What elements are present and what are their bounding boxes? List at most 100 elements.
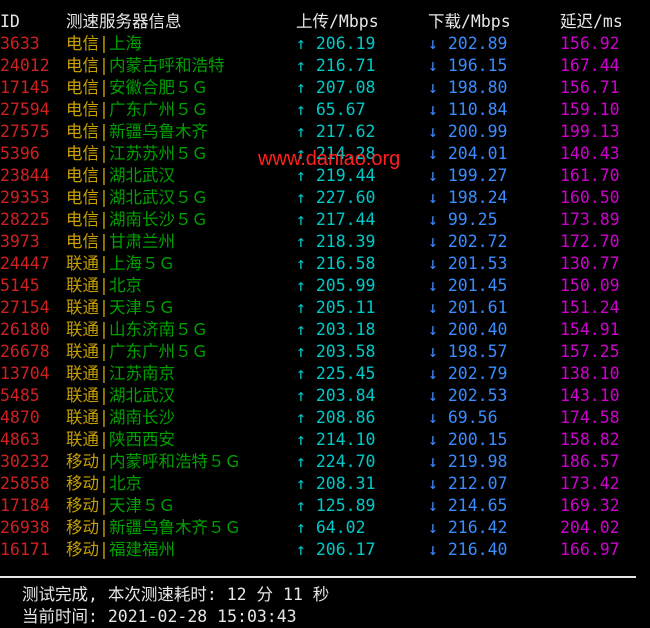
download-speed: ↓ 201.61	[428, 298, 508, 317]
server-id: 16171	[0, 540, 50, 559]
table-row: 5485 联通|湖北武汉 ↑ 203.84 ↓ 202.53 143.10	[0, 385, 650, 407]
separator: |	[99, 518, 109, 537]
isp-name: 电信	[66, 188, 99, 207]
upload-speed: ↑ 218.39	[296, 232, 376, 251]
table-row: 29353 电信|湖北武汉５Ｇ ↑ 227.60 ↓ 198.24 160.50	[0, 187, 650, 209]
isp-name: 电信	[66, 144, 99, 163]
separator: |	[99, 78, 109, 97]
server-id: 5485	[0, 386, 40, 405]
latency: 199.13	[560, 122, 620, 141]
upload-speed: ↑ 203.18	[296, 320, 376, 339]
table-row: 26678 联通|广东广州５Ｇ ↑ 203.58 ↓ 198.57 157.25	[0, 341, 650, 363]
table-row: 24012 电信|内蒙古呼和浩特 ↑ 216.71 ↓ 196.15 167.44	[0, 55, 650, 77]
table-row: 30232 移动|内蒙呼和浩特５Ｇ ↑ 224.70 ↓ 219.98 186.57	[0, 451, 650, 473]
table-row: 26180 联通|山东济南５Ｇ ↑ 203.18 ↓ 200.40 154.91	[0, 319, 650, 341]
server-info: 联通|北京	[66, 275, 142, 297]
separator: |	[99, 408, 109, 427]
table-row: 17184 移动|天津５Ｇ ↑ 125.89 ↓ 214.65 169.32	[0, 495, 650, 517]
latency: 186.57	[560, 452, 620, 471]
latency: 169.32	[560, 496, 620, 515]
upload-speed: ↑ 206.17	[296, 540, 376, 559]
isp-name: 联通	[66, 320, 99, 339]
table-row: 13704 联通|江苏南京 ↑ 225.45 ↓ 202.79 138.10	[0, 363, 650, 385]
latency: 158.82	[560, 430, 620, 449]
separator: |	[99, 188, 109, 207]
latency: 143.10	[560, 386, 620, 405]
table-row: 27154 联通|天津５Ｇ ↑ 205.11 ↓ 201.61 151.24	[0, 297, 650, 319]
download-speed: ↓ 204.01	[428, 144, 508, 163]
server-location: 上海５Ｇ	[108, 254, 175, 273]
server-info: 联通|上海５Ｇ	[66, 253, 175, 275]
separator: |	[99, 540, 109, 559]
upload-speed: ↑ 64.02	[296, 518, 366, 537]
isp-name: 电信	[66, 56, 99, 75]
separator: |	[99, 342, 109, 361]
latency: 167.44	[560, 56, 620, 75]
isp-name: 移动	[66, 540, 99, 559]
isp-name: 联通	[66, 298, 99, 317]
separator: |	[99, 320, 109, 339]
server-location: 甘肃兰州	[108, 232, 175, 251]
server-info: 电信|上海	[66, 33, 142, 55]
server-location: 天津５Ｇ	[108, 298, 175, 317]
server-id: 24447	[0, 254, 50, 273]
latency: 150.09	[560, 276, 620, 295]
upload-speed: ↑ 216.71	[296, 56, 376, 75]
server-info: 联通|江苏南京	[66, 363, 175, 385]
isp-name: 移动	[66, 518, 99, 537]
separator: |	[99, 166, 109, 185]
server-info: 联通|湖北武汉	[66, 385, 175, 407]
upload-speed: ↑ 65.67	[296, 100, 366, 119]
latency: 174.58	[560, 408, 620, 427]
server-location: 新疆乌鲁木齐	[108, 122, 208, 141]
upload-speed: ↑ 208.31	[296, 474, 376, 493]
isp-name: 联通	[66, 342, 99, 361]
download-speed: ↓ 99.25	[428, 210, 498, 229]
upload-speed: ↑ 208.86	[296, 408, 376, 427]
server-location: 内蒙呼和浩特５Ｇ	[108, 452, 241, 471]
isp-name: 移动	[66, 474, 99, 493]
watermark: www.daniao.org	[258, 148, 401, 170]
server-location: 陕西西安	[108, 430, 175, 449]
server-location: 湖南长沙	[108, 408, 175, 427]
upload-speed: ↑ 203.84	[296, 386, 376, 405]
server-location: 湖北武汉	[108, 386, 175, 405]
table-row: 25858 移动|北京 ↑ 208.31 ↓ 212.07 173.42	[0, 473, 650, 495]
upload-speed: ↑ 216.58	[296, 254, 376, 273]
server-id: 25858	[0, 474, 50, 493]
header-download: 下载/Mbps	[428, 12, 511, 31]
download-speed: ↓ 201.53	[428, 254, 508, 273]
download-speed: ↓ 69.56	[428, 408, 498, 427]
table-row: 17145 电信|安徽合肥５Ｇ ↑ 207.08 ↓ 198.80 156.71	[0, 77, 650, 99]
download-speed: ↓ 214.65	[428, 496, 508, 515]
separator: |	[99, 56, 109, 75]
download-speed: ↓ 198.24	[428, 188, 508, 207]
server-location: 北京	[108, 474, 142, 493]
upload-speed: ↑ 203.58	[296, 342, 376, 361]
server-id: 26180	[0, 320, 50, 339]
server-location: 湖北武汉	[108, 166, 175, 185]
download-speed: ↓ 198.80	[428, 78, 508, 97]
download-speed: ↓ 201.45	[428, 276, 508, 295]
server-location: 山东济南５Ｇ	[108, 320, 208, 339]
isp-name: 电信	[66, 232, 99, 251]
separator: |	[99, 100, 109, 119]
table-row: 4870 联通|湖南长沙 ↑ 208.86 ↓ 69.56 174.58	[0, 407, 650, 429]
separator: |	[99, 298, 109, 317]
latency: 159.10	[560, 100, 620, 119]
current-time: 当前时间: 2021-02-28 15:03:43	[22, 607, 297, 626]
latency: 156.92	[560, 34, 620, 53]
header-latency: 延迟/ms	[560, 12, 623, 31]
server-location: 北京	[108, 276, 142, 295]
download-speed: ↓ 199.27	[428, 166, 508, 185]
separator: |	[99, 386, 109, 405]
download-speed: ↓ 200.99	[428, 122, 508, 141]
upload-speed: ↑ 206.19	[296, 34, 376, 53]
server-location: 江苏南京	[108, 364, 175, 383]
server-info: 移动|内蒙呼和浩特５Ｇ	[66, 451, 241, 473]
separator: |	[99, 144, 109, 163]
isp-name: 移动	[66, 496, 99, 515]
latency: 204.02	[560, 518, 620, 537]
table-row: 27575 电信|新疆乌鲁木齐 ↑ 217.62 ↓ 200.99 199.13	[0, 121, 650, 143]
latency: 173.42	[560, 474, 620, 493]
